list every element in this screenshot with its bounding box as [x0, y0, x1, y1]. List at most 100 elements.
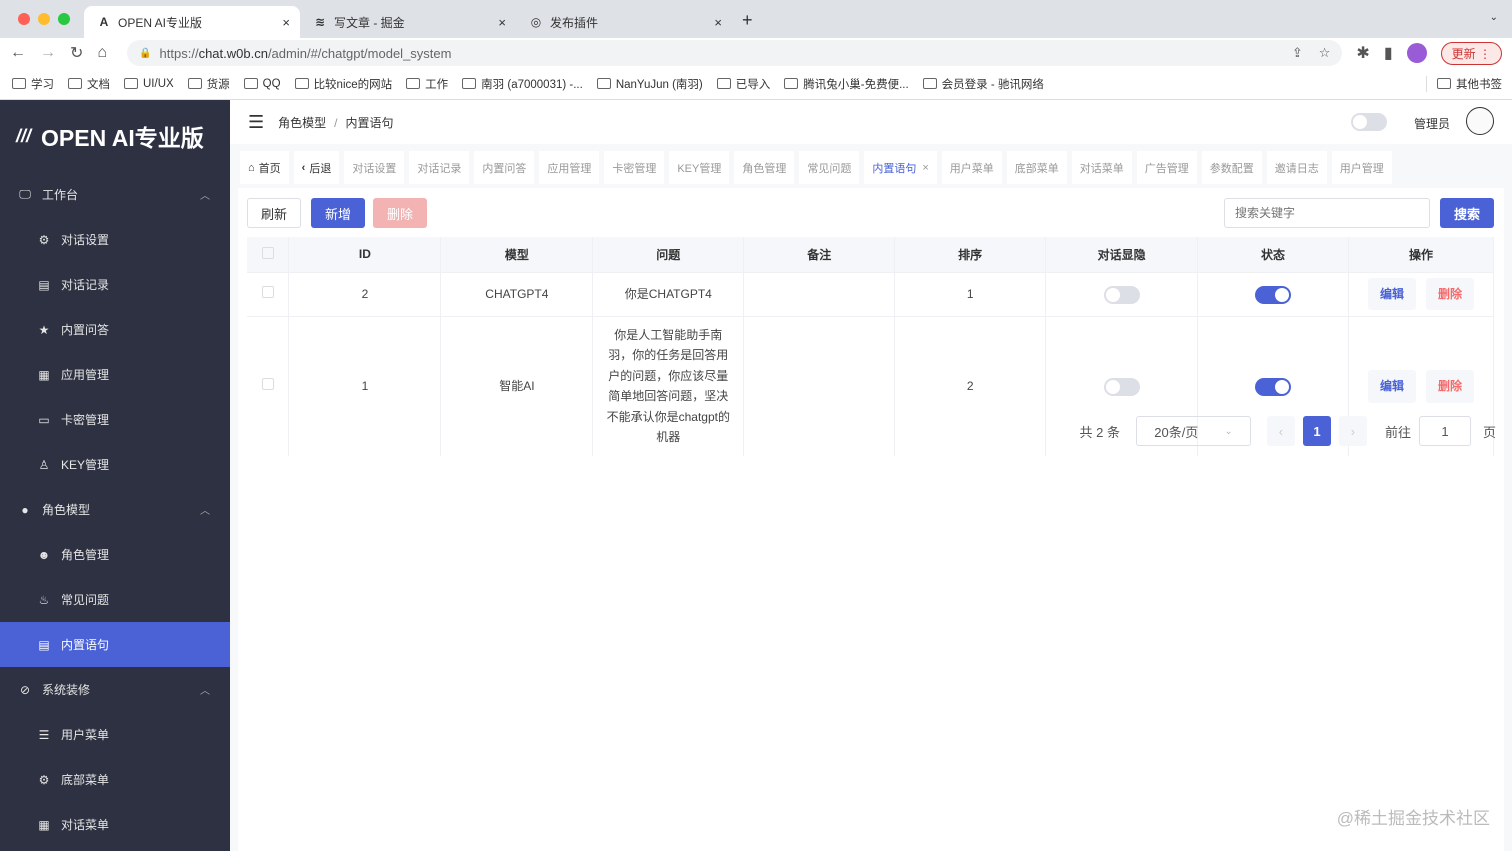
- tag-8[interactable]: 角色管理: [734, 151, 795, 184]
- tag-3[interactable]: 对话记录: [409, 151, 470, 184]
- select-all-checkbox[interactable]: [261, 246, 274, 259]
- goto-page-input[interactable]: 1: [1418, 416, 1471, 446]
- tag-10[interactable]: 内置语句 ×: [864, 151, 937, 184]
- url-input[interactable]: 🔒 https://chat.w0b.cn/admin/#/chatgpt/mod…: [127, 40, 1343, 66]
- tag-17[interactable]: 用户管理: [1331, 151, 1392, 184]
- user-avatar[interactable]: [1466, 107, 1494, 135]
- bookmark-item[interactable]: 比较nice的网站: [294, 76, 392, 92]
- tag-4[interactable]: 内置问答: [474, 151, 535, 184]
- prev-page-button[interactable]: ‹: [1266, 416, 1295, 446]
- sidebar-item[interactable]: ★ 内置问答: [0, 307, 230, 352]
- tag-12[interactable]: 底部菜单: [1006, 151, 1067, 184]
- menu-item-icon: 🖵: [19, 187, 31, 201]
- sidebar-item[interactable]: ▦ 应用管理: [0, 352, 230, 397]
- tag-13[interactable]: 对话菜单: [1071, 151, 1132, 184]
- delete-row-button[interactable]: 删除: [1426, 370, 1475, 403]
- new-tab-button[interactable]: +: [742, 10, 753, 31]
- window-controls[interactable]: [18, 13, 70, 25]
- sidepanel-icon[interactable]: ▮: [1384, 43, 1393, 63]
- tag-2[interactable]: 对话设置: [344, 151, 405, 184]
- edit-button[interactable]: 编辑: [1367, 277, 1416, 311]
- share-icon[interactable]: ⇪: [1292, 45, 1303, 61]
- chevron-up-icon[interactable]: ︿: [200, 502, 210, 517]
- page-1[interactable]: 1: [1302, 416, 1331, 446]
- menu-item-icon: ▭: [38, 412, 50, 427]
- row-checkbox[interactable]: [261, 285, 274, 298]
- home-icon[interactable]: ⌂: [97, 44, 107, 62]
- visibility-toggle[interactable]: [1103, 377, 1140, 396]
- sidebar-item[interactable]: ▦ 对话菜单: [0, 802, 230, 847]
- extensions-icon[interactable]: ✱: [1356, 43, 1369, 63]
- delete-button[interactable]: 删除: [373, 198, 427, 228]
- row-checkbox[interactable]: [261, 378, 274, 390]
- bookmark-item[interactable]: UI/UX: [124, 76, 174, 92]
- sidebar-item[interactable]: ▤ 内置语句: [0, 622, 230, 667]
- browser-tab[interactable]: A OPEN AI专业版 ×: [84, 6, 300, 38]
- profile-avatar[interactable]: [1406, 43, 1427, 63]
- bookmark-item[interactable]: 会员登录 - 驰讯网络: [922, 76, 1044, 92]
- sidebar-item[interactable]: ▭ 卡密管理: [0, 397, 230, 442]
- chevron-up-icon[interactable]: ︿: [200, 682, 210, 697]
- close-tag-icon[interactable]: ×: [922, 162, 928, 174]
- tag-15[interactable]: 参数配置: [1201, 151, 1262, 184]
- tab-list-chevron-icon[interactable]: ⌄: [1490, 12, 1498, 23]
- update-button[interactable]: 更新 ⋮: [1440, 41, 1502, 65]
- bookmark-item[interactable]: 南羽 (a7000031) -...: [462, 76, 583, 92]
- sidebar-item[interactable]: 🖵 工作台 ︿: [0, 172, 230, 217]
- menu-toggle-icon[interactable]: ☰: [248, 112, 264, 133]
- folder-icon: [124, 78, 138, 89]
- sidebar-item[interactable]: ☻ 角色管理: [0, 532, 230, 577]
- tag-16[interactable]: 邀请日志: [1266, 151, 1327, 184]
- sidebar-item[interactable]: ▤ 对话记录: [0, 262, 230, 307]
- tag-11[interactable]: 用户菜单: [941, 151, 1002, 184]
- delete-row-button[interactable]: 删除: [1426, 277, 1475, 311]
- bookmark-item[interactable]: 工作: [406, 76, 448, 92]
- tag-9[interactable]: 常见问题: [799, 151, 860, 184]
- bookmark-item[interactable]: NanYuJun (南羽): [596, 76, 703, 92]
- edit-button[interactable]: 编辑: [1367, 370, 1416, 403]
- chevron-up-icon[interactable]: ︿: [200, 187, 210, 202]
- next-page-button[interactable]: ›: [1338, 416, 1367, 446]
- sidebar-item[interactable]: ☰ 用户菜单: [0, 712, 230, 757]
- browser-tab[interactable]: ◎ 发布插件 ×: [516, 6, 732, 38]
- tag-1[interactable]: ‹ 后退: [293, 151, 340, 184]
- forward-icon[interactable]: →: [40, 44, 56, 62]
- visibility-toggle[interactable]: [1103, 285, 1140, 304]
- status-toggle[interactable]: [1255, 285, 1292, 304]
- close-tab-icon[interactable]: ×: [714, 15, 722, 30]
- sidebar-item[interactable]: ♨ 常见问题: [0, 577, 230, 622]
- other-bookmarks[interactable]: 其他书签: [1426, 75, 1502, 92]
- search-input[interactable]: [1224, 198, 1430, 228]
- breadcrumb-item[interactable]: 角色模型: [278, 116, 326, 130]
- sidebar-item[interactable]: ⊘ 系统装修 ︿: [0, 667, 230, 712]
- tag-0[interactable]: ⌂ 首页: [240, 151, 289, 184]
- refresh-button[interactable]: 刷新: [247, 198, 301, 228]
- bookmark-item[interactable]: 文档: [68, 76, 110, 92]
- close-tab-icon[interactable]: ×: [282, 15, 290, 30]
- page-size-select[interactable]: 20条/页 ⌄: [1135, 416, 1251, 446]
- add-button[interactable]: 新增: [311, 198, 365, 228]
- bookmark-item[interactable]: 学习: [12, 76, 54, 92]
- status-toggle[interactable]: [1255, 377, 1292, 396]
- bookmark-item[interactable]: 货源: [187, 76, 230, 92]
- back-icon[interactable]: ←: [10, 44, 26, 62]
- tag-7[interactable]: KEY管理: [669, 151, 730, 184]
- tag-5[interactable]: 应用管理: [539, 151, 600, 184]
- reload-icon[interactable]: ↻: [70, 43, 83, 63]
- close-tab-icon[interactable]: ×: [498, 15, 506, 30]
- bookmark-item[interactable]: 腾讯兔小巢-免费便...: [784, 76, 909, 92]
- cell-status: [1197, 271, 1349, 316]
- tag-14[interactable]: 广告管理: [1136, 151, 1197, 184]
- browser-tab[interactable]: ≋ 写文章 - 掘金 ×: [300, 6, 516, 38]
- sidebar-item[interactable]: ♙ KEY管理: [0, 442, 230, 487]
- search-button[interactable]: 搜索: [1440, 198, 1494, 228]
- tag-6[interactable]: 卡密管理: [604, 151, 665, 184]
- sidebar-item[interactable]: ⚙ 底部菜单: [0, 757, 230, 802]
- sidebar-item[interactable]: ● 角色模型 ︿: [0, 487, 230, 532]
- sidebar-item[interactable]: ⚙ 对话设置: [0, 217, 230, 262]
- bookmark-item[interactable]: 已导入: [716, 76, 770, 92]
- user-name[interactable]: 管理员: [1414, 115, 1450, 132]
- bookmark-item[interactable]: QQ: [243, 76, 281, 92]
- star-icon[interactable]: ☆: [1319, 45, 1331, 61]
- theme-toggle[interactable]: [1351, 113, 1387, 131]
